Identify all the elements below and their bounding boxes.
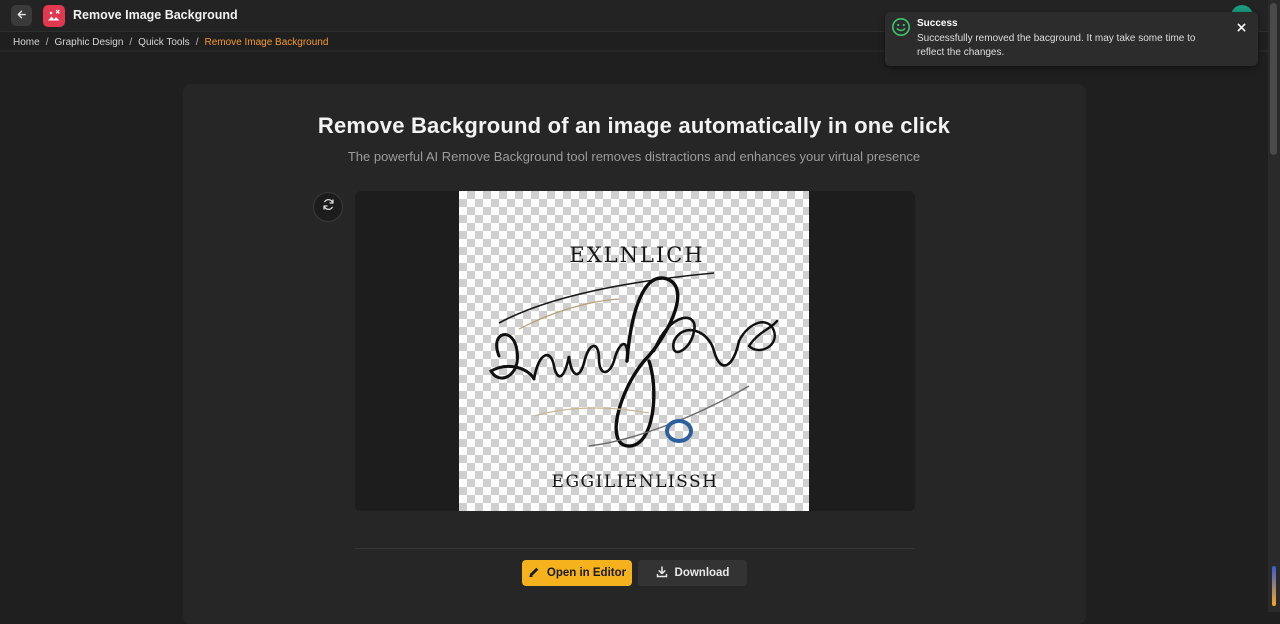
scrollbar-thumb[interactable] bbox=[1270, 3, 1277, 155]
actions-divider bbox=[355, 548, 915, 549]
app-title: Remove Image Background bbox=[73, 8, 238, 22]
back-button[interactable] bbox=[11, 5, 32, 26]
smile-icon bbox=[891, 17, 911, 42]
toast-title: Success bbox=[917, 18, 958, 29]
open-in-editor-button[interactable]: Open in Editor bbox=[522, 560, 632, 586]
breadcrumb-quick-tools[interactable]: Quick Tools bbox=[138, 37, 190, 48]
breadcrumb-graphic-design[interactable]: Graphic Design bbox=[54, 37, 123, 48]
image-top-text: EXLNLICH bbox=[569, 243, 704, 267]
page-scrollbar[interactable] bbox=[1268, 0, 1280, 612]
breadcrumb-home[interactable]: Home bbox=[13, 37, 40, 48]
download-label: Download bbox=[674, 567, 730, 579]
image-preview: EXLNLICH EGGILIENLISSH bbox=[355, 191, 915, 511]
close-icon[interactable] bbox=[1234, 20, 1248, 34]
page-title: Remove Background of an image automatica… bbox=[317, 113, 951, 138]
pencil-icon bbox=[528, 566, 540, 581]
success-toast: Success Successfully removed the bacgrou… bbox=[885, 12, 1258, 66]
download-button[interactable]: Download bbox=[638, 560, 747, 586]
open-in-editor-label: Open in Editor bbox=[546, 567, 627, 579]
breadcrumb-separator: / bbox=[129, 36, 133, 48]
breadcrumb-separator: / bbox=[45, 36, 49, 48]
download-icon bbox=[656, 565, 668, 581]
image-remove-icon bbox=[43, 5, 65, 27]
scroll-indicator bbox=[1272, 566, 1276, 606]
breadcrumb-separator: / bbox=[195, 36, 199, 48]
refresh-icon bbox=[322, 198, 335, 216]
breadcrumb-current: Remove Image Background bbox=[204, 36, 329, 48]
page-subtitle: The powerful AI Remove Background tool r… bbox=[347, 149, 921, 164]
processed-image: EXLNLICH EGGILIENLISSH bbox=[459, 191, 809, 511]
refresh-button[interactable] bbox=[313, 192, 343, 222]
toast-message: Successfully removed the bacground. It m… bbox=[917, 33, 1196, 58]
image-bottom-text: EGGILIENLISSH bbox=[552, 472, 719, 492]
arrow-left-icon bbox=[16, 7, 27, 25]
breadcrumb: Home / Graphic Design / Quick Tools / Re… bbox=[13, 35, 328, 49]
